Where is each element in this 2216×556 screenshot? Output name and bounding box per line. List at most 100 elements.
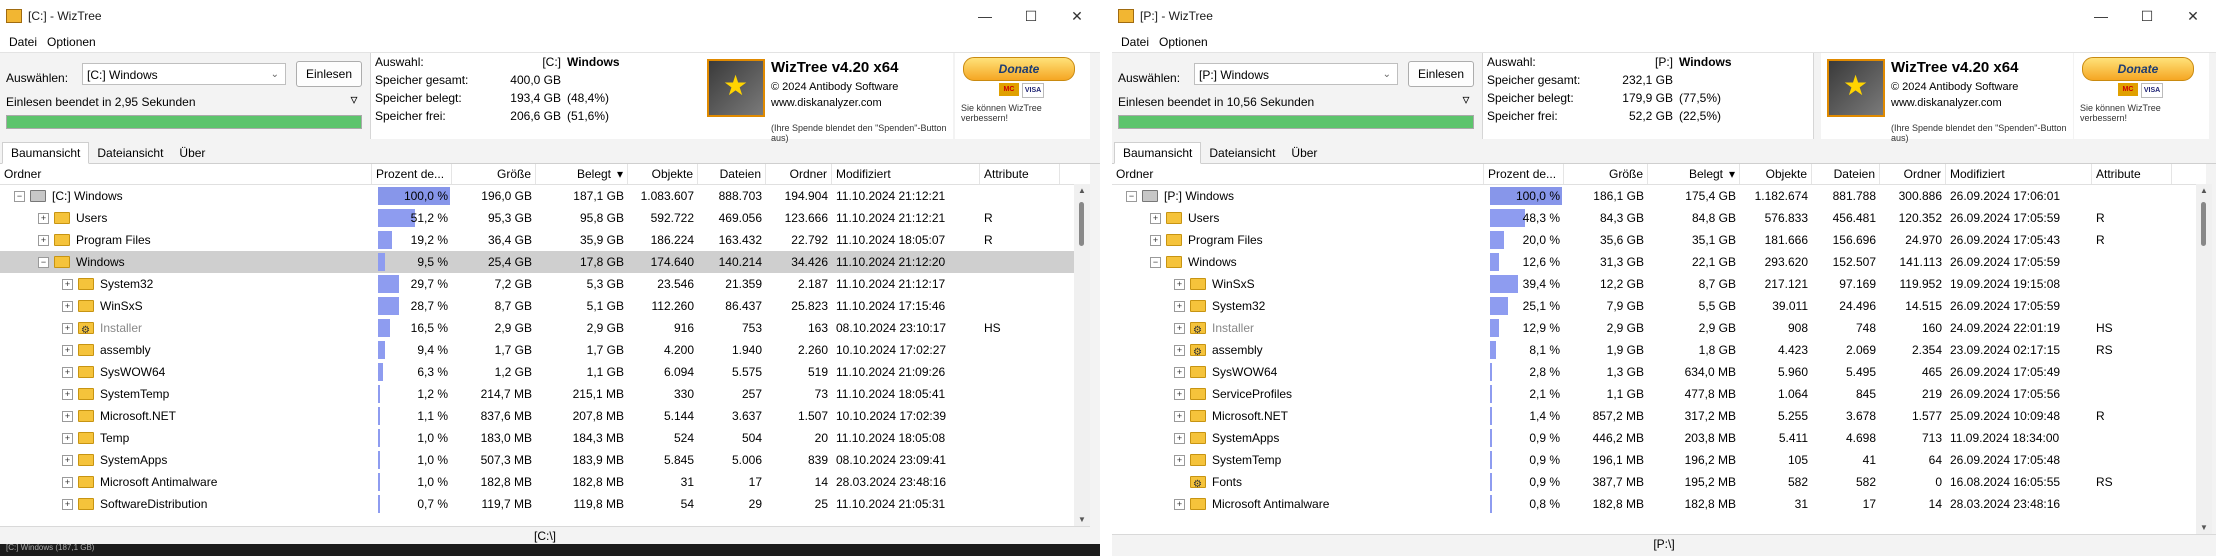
expand-icon[interactable]: + [1174, 279, 1185, 290]
vertical-scrollbar[interactable]: ▲ ▼ [2196, 184, 2212, 534]
table-row[interactable]: + SoftwareDistribution 0,7 % 119,7 MB 119,8 … [0, 493, 1090, 515]
tab-baumansicht[interactable]: Baumansicht [2, 142, 90, 164]
expand-icon[interactable]: + [1150, 213, 1161, 224]
table-row[interactable]: + Program Files 20,0 % 35,6 GB 35,1 GB 181.66… [1112, 229, 2206, 251]
column-header-files-col[interactable]: Dateien [1812, 164, 1880, 184]
tab-ueber[interactable]: Über [1283, 143, 1325, 163]
column-header-items-col[interactable]: Objekte [1740, 164, 1812, 184]
minimize-icon[interactable]: — [962, 0, 1008, 32]
expand-icon[interactable]: + [1174, 389, 1185, 400]
table-row[interactable]: − [P:] Windows 100,0 % 186,1 GB 175,4 GB 1.18… [1112, 185, 2206, 207]
table-row[interactable]: + Microsoft Antimalware 1,0 % 182,8 MB 182,8… [0, 471, 1090, 493]
table-row[interactable]: + Users 48,3 % 84,3 GB 84,8 GB 576.833 456.481… [1112, 207, 2206, 229]
column-header-folder-col[interactable]: Ordner [0, 164, 372, 184]
scroll-down-icon[interactable]: ▼ [1074, 515, 1090, 524]
table-row[interactable]: + Temp 1,0 % 183,0 MB 184,3 MB 524 504 20 11.10.… [0, 427, 1090, 449]
vertical-scrollbar[interactable]: ▲ ▼ [1074, 184, 1090, 526]
expand-icon[interactable]: + [38, 235, 49, 246]
expand-icon[interactable]: + [62, 455, 73, 466]
tab-dateiansicht[interactable]: Dateiansicht [1201, 143, 1283, 163]
close-icon[interactable]: ✕ [2170, 0, 2216, 32]
table-row[interactable]: + WinSxS 39,4 % 12,2 GB 8,7 GB 217.121 97.169 1… [1112, 273, 2206, 295]
collapse-icon[interactable]: − [38, 257, 49, 268]
tab-ueber[interactable]: Über [171, 143, 213, 163]
close-icon[interactable]: ✕ [1054, 0, 1100, 32]
table-row[interactable]: + SysWOW64 2,8 % 1,3 GB 634,0 MB 5.960 5.495 46… [1112, 361, 2206, 383]
expand-icon[interactable]: + [62, 477, 73, 488]
column-header-attributes-col[interactable]: Attribute [980, 164, 1060, 184]
table-row[interactable]: − Windows 12,6 % 31,3 GB 22,1 GB 293.620 152.5… [1112, 251, 2206, 273]
expand-icon[interactable]: + [1174, 455, 1185, 466]
menu-datei[interactable]: Datei [1116, 35, 1154, 49]
expand-icon[interactable]: + [1174, 301, 1185, 312]
menu-optionen[interactable]: Optionen [1154, 35, 1213, 49]
expand-icon[interactable]: + [1174, 411, 1185, 422]
expand-icon[interactable]: + [1174, 499, 1185, 510]
table-row[interactable]: − Windows 9,5 % 25,4 GB 17,8 GB 174.640 140.21… [0, 251, 1090, 273]
column-header-attributes-col[interactable]: Attribute [2092, 164, 2172, 184]
column-header-allocated-col[interactable]: Belegt ▾ [536, 164, 628, 184]
column-header-percent-col[interactable]: Prozent de... [372, 164, 452, 184]
column-header-modified-col[interactable]: Modifiziert [1946, 164, 2092, 184]
column-header-folders-col[interactable]: Ordner [1880, 164, 1946, 184]
table-row[interactable]: + Installer 16,5 % 2,9 GB 2,9 GB 916 753 163 08.… [0, 317, 1090, 342]
treemap[interactable]: [C:] Windows (187,1 GB) [0, 543, 1100, 556]
table-row[interactable]: + Microsoft Antimalware 0,8 % 182,8 MB 182,8… [1112, 493, 2206, 515]
scroll-up-icon[interactable]: ▲ [2196, 186, 2212, 195]
table-row[interactable]: + Microsoft.NET 1,4 % 857,2 MB 317,2 MB 5.255… [1112, 405, 2206, 427]
expand-icon[interactable]: + [62, 411, 73, 422]
table-row[interactable]: + System32 25,1 % 7,9 GB 5,5 GB 39.011 24.496 1… [1112, 295, 2206, 317]
expand-icon[interactable]: + [62, 367, 73, 378]
scan-button[interactable]: Einlesen [1408, 61, 1474, 87]
expand-icon[interactable]: + [1174, 345, 1185, 356]
drive-dropdown[interactable]: [P:] Windows ⌄ [1194, 63, 1398, 85]
expand-icon[interactable]: + [1174, 323, 1185, 334]
column-header-size-col[interactable]: Größe [1564, 164, 1648, 184]
table-row[interactable]: + SystemApps 0,9 % 446,2 MB 203,8 MB 5.411 4.6… [1112, 427, 2206, 449]
menu-datei[interactable]: Datei [4, 35, 42, 49]
expand-icon[interactable]: + [62, 389, 73, 400]
donate-button[interactable]: Donate [2082, 57, 2194, 81]
table-row[interactable]: + Installer 12,9 % 2,9 GB 2,9 GB 908 748 160 24.… [1112, 317, 2206, 342]
table-row[interactable]: + assembly 8,1 % 1,9 GB 1,8 GB 4.423 2.069 2.35… [1112, 339, 2206, 364]
scroll-up-icon[interactable]: ▲ [1074, 186, 1090, 195]
menu-optionen[interactable]: Optionen [42, 35, 101, 49]
title-bar[interactable]: [P:] - WizTree — ☐ ✕ [1112, 0, 2216, 32]
table-row[interactable]: + SysWOW64 6,3 % 1,2 GB 1,1 GB 6.094 5.575 519 1… [0, 361, 1090, 383]
column-header-percent-col[interactable]: Prozent de... [1484, 164, 1564, 184]
logo-url[interactable]: www.diskanalyzer.com [771, 97, 882, 109]
column-header-files-col[interactable]: Dateien [698, 164, 766, 184]
column-header-folder-col[interactable]: Ordner [1112, 164, 1484, 184]
scroll-thumb[interactable] [1079, 202, 1084, 246]
tab-dateiansicht[interactable]: Dateiansicht [89, 143, 171, 163]
expand-icon[interactable]: + [38, 213, 49, 224]
expand-icon[interactable]: + [62, 499, 73, 510]
table-row[interactable]: + Users 51,2 % 95,3 GB 95,8 GB 592.722 469.056… [0, 207, 1090, 229]
filter-icon[interactable]: ▿ [1458, 91, 1474, 107]
expand-icon[interactable]: + [62, 301, 73, 312]
minimize-icon[interactable]: — [2078, 0, 2124, 32]
expand-icon[interactable]: + [62, 279, 73, 290]
donate-button[interactable]: Donate [963, 57, 1075, 81]
column-header-size-col[interactable]: Größe [452, 164, 536, 184]
column-header-modified-col[interactable]: Modifiziert [832, 164, 980, 184]
scan-button[interactable]: Einlesen [296, 61, 362, 87]
filter-icon[interactable]: ▿ [346, 91, 362, 107]
expand-icon[interactable]: + [1150, 235, 1161, 246]
table-row[interactable]: + System32 29,7 % 7,2 GB 5,3 GB 23.546 21.359 2… [0, 273, 1090, 295]
maximize-icon[interactable]: ☐ [1008, 0, 1054, 32]
expand-icon[interactable]: + [62, 345, 73, 356]
table-row[interactable]: + WinSxS 28,7 % 8,7 GB 5,1 GB 112.260 86.437 25… [0, 295, 1090, 317]
maximize-icon[interactable]: ☐ [2124, 0, 2170, 32]
table-row[interactable]: + SystemTemp 1,2 % 214,7 MB 215,1 MB 330 257 73… [0, 383, 1090, 405]
column-header-folders-col[interactable]: Ordner [766, 164, 832, 184]
collapse-icon[interactable]: − [14, 191, 25, 202]
column-header-allocated-col[interactable]: Belegt ▾ [1648, 164, 1740, 184]
expand-icon[interactable]: + [1174, 433, 1185, 444]
table-row[interactable]: − [C:] Windows 100,0 % 196,0 GB 187,1 GB 1.08… [0, 185, 1090, 207]
collapse-icon[interactable]: − [1150, 257, 1161, 268]
column-header-items-col[interactable]: Objekte [628, 164, 698, 184]
expand-icon[interactable]: + [62, 323, 73, 334]
table-row[interactable]: + SystemTemp 0,9 % 196,1 MB 196,2 MB 105 41 64 2… [1112, 449, 2206, 471]
table-row[interactable]: + SystemApps 1,0 % 507,3 MB 183,9 MB 5.845 5.0… [0, 449, 1090, 471]
